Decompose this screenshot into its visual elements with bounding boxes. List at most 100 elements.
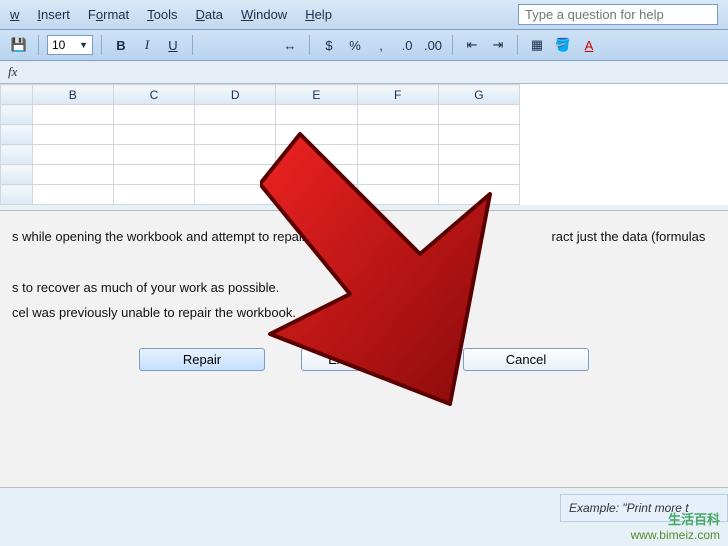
watermark-url: www.bimeiz.com [631, 528, 720, 542]
cell[interactable] [438, 145, 519, 165]
align-center-button[interactable] [227, 34, 249, 56]
col-header[interactable]: E [276, 85, 357, 105]
fx-icon[interactable]: fx [8, 64, 17, 80]
cell[interactable] [276, 185, 357, 205]
cell[interactable] [276, 125, 357, 145]
grid-row [1, 105, 520, 125]
underline-button[interactable]: U [162, 34, 184, 56]
separator [309, 35, 310, 55]
cell[interactable] [113, 185, 194, 205]
grid-row [1, 145, 520, 165]
menu-data[interactable]: Data [195, 7, 222, 22]
watermark: 生活百科 www.bimeiz.com [631, 512, 720, 542]
row-header[interactable] [1, 185, 33, 205]
col-header[interactable]: C [113, 85, 194, 105]
align-left-button[interactable] [201, 34, 223, 56]
dialog-text: s to recover as much of your work as pos… [12, 280, 716, 295]
cell[interactable] [357, 185, 438, 205]
cell[interactable] [195, 145, 276, 165]
formatting-toolbar: 💾 10 ▼ B I U ↔ $ % , .0 .00 ⇤ ⇥ ▦ 🪣 A [0, 30, 728, 61]
align-left-icon [205, 39, 219, 51]
cell[interactable] [438, 125, 519, 145]
cell[interactable] [113, 125, 194, 145]
menu-insert[interactable]: Insert [37, 7, 70, 22]
cell[interactable] [195, 185, 276, 205]
menu-tools[interactable]: Tools [147, 7, 177, 22]
cell[interactable] [357, 125, 438, 145]
bold-button[interactable]: B [110, 34, 132, 56]
cell[interactable] [357, 165, 438, 185]
spreadsheet-grid: B C D E F G [0, 84, 728, 205]
help-search-input[interactable] [518, 4, 718, 25]
font-size-selector[interactable]: 10 ▼ [47, 35, 93, 55]
col-header[interactable]: F [357, 85, 438, 105]
separator [517, 35, 518, 55]
indent-button[interactable]: ⇥ [487, 34, 509, 56]
fill-color-button[interactable]: 🪣 [552, 34, 574, 56]
grid-row [1, 185, 520, 205]
column-header-row: B C D E F G [1, 85, 520, 105]
col-header[interactable]: B [32, 85, 113, 105]
menu-window-fragment[interactable]: w [10, 7, 19, 22]
help-search [518, 4, 718, 25]
grid-row [1, 125, 520, 145]
row-header[interactable] [1, 145, 33, 165]
cell[interactable] [195, 105, 276, 125]
separator [192, 35, 193, 55]
align-right-button[interactable] [253, 34, 275, 56]
cell[interactable] [438, 105, 519, 125]
dialog-text: cel was previously unable to repair the … [12, 305, 716, 320]
cell[interactable] [357, 145, 438, 165]
cell[interactable] [276, 145, 357, 165]
comma-button[interactable]: , [370, 34, 392, 56]
row-header[interactable] [1, 165, 33, 185]
cell[interactable] [195, 125, 276, 145]
merge-center-button[interactable]: ↔ [279, 34, 301, 56]
cell[interactable] [32, 165, 113, 185]
cell[interactable] [32, 105, 113, 125]
save-icon[interactable]: 💾 [8, 34, 30, 56]
cell[interactable] [113, 105, 194, 125]
cell[interactable] [357, 105, 438, 125]
decrease-decimal-button[interactable]: .00 [422, 34, 444, 56]
separator [452, 35, 453, 55]
cell[interactable] [276, 105, 357, 125]
currency-button[interactable]: $ [318, 34, 340, 56]
col-header[interactable]: D [195, 85, 276, 105]
italic-button[interactable]: I [136, 34, 158, 56]
watermark-title: 生活百科 [631, 512, 720, 528]
cell[interactable] [32, 185, 113, 205]
repair-dialog: s while opening the workbook and attempt… [0, 210, 728, 488]
percent-button[interactable]: % [344, 34, 366, 56]
extract-data-button[interactable]: Extract Data [301, 348, 427, 371]
increase-decimal-button[interactable]: .0 [396, 34, 418, 56]
align-right-icon [257, 39, 271, 51]
font-color-button[interactable]: A [578, 34, 600, 56]
dialog-text: s while opening the workbook and attempt… [12, 229, 716, 244]
formula-bar: fx [0, 61, 728, 84]
cell[interactable] [438, 165, 519, 185]
menu-help[interactable]: Help [305, 7, 332, 22]
cell[interactable] [32, 145, 113, 165]
borders-button[interactable]: ▦ [526, 34, 548, 56]
cell[interactable] [113, 145, 194, 165]
menu-window[interactable]: Window [241, 7, 287, 22]
outdent-button[interactable]: ⇤ [461, 34, 483, 56]
cell[interactable] [276, 165, 357, 185]
row-header[interactable] [1, 125, 33, 145]
cell[interactable] [438, 185, 519, 205]
chevron-down-icon: ▼ [79, 40, 88, 50]
cell[interactable] [113, 165, 194, 185]
cell[interactable] [32, 125, 113, 145]
cell[interactable] [195, 165, 276, 185]
menu-format[interactable]: Format [88, 7, 129, 22]
align-center-icon [231, 39, 245, 51]
formula-input[interactable] [25, 63, 720, 81]
col-header[interactable]: G [438, 85, 519, 105]
separator [38, 35, 39, 55]
repair-button[interactable]: Repair [139, 348, 265, 371]
row-header[interactable] [1, 105, 33, 125]
font-size-value: 10 [52, 38, 65, 52]
cancel-button[interactable]: Cancel [463, 348, 589, 371]
select-all-corner[interactable] [1, 85, 33, 105]
